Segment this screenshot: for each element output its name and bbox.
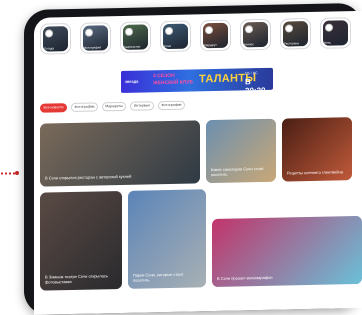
tab-photos[interactable]: Фотографии [71,102,98,113]
story-item[interactable]: Погода [40,23,71,55]
news-card-title: В Зимнем театре Сочи открылась фотовыста… [45,273,108,285]
banner-season: 4 СЕЗОН [153,72,175,80]
news-card[interactable]: Рецепты осеннего глинтвейна [282,117,352,182]
tab-photos-2[interactable]: Фотографии [158,100,185,111]
tab-all-news[interactable]: Все новости [40,103,67,113]
news-card-title: В Сочи прошел веломарафон [217,274,273,281]
story-label: Рестораны [284,42,300,46]
story-item[interactable]: Бизнес [240,18,271,51]
story-label: Фотография [84,46,102,50]
story-label: Бизнес [244,42,254,47]
banner-subtitle: ЖЕНСКИЙ КЛУБ [153,79,193,87]
tab-routes[interactable]: Маршруты [102,101,126,112]
story-item[interactable]: Кыргызстан [120,21,151,53]
banner-time: В 20:30 [245,77,266,93]
story-item[interactable]: Рестораны [280,17,311,50]
story-label: Ночь [324,41,331,45]
news-card[interactable]: Какие санатории Сочи стоит посетить [206,118,276,184]
news-card-title: Рецепты осеннего глинтвейна [287,169,343,176]
tablet-screen: Погода Фотография Кыргызстан Сочи Маршру [34,10,362,315]
story-item[interactable]: Маршрут [200,19,231,52]
story-item[interactable]: Сочи [160,20,191,53]
tab-interviews[interactable]: Интервью [130,101,154,111]
connector-dot [15,171,19,175]
story-label: Погода [44,47,54,51]
tv-channel-logo: звезда [125,78,139,84]
story-item[interactable]: Ночь [320,17,351,49]
news-card[interactable]: Парки Сочи, которые стоит посетить [128,189,206,289]
news-card[interactable]: В Сочи открылся ресторан с авторской кух… [40,120,200,187]
news-card[interactable]: В Зимнем театре Сочи открылась фотовыста… [40,190,122,291]
story-label: Сочи [164,44,172,49]
story-label: Кыргызстан [124,45,141,49]
stories-row: Погода Фотография Кыргызстан Сочи Маршру [40,17,362,56]
banner-days: СБ / ВС [245,71,258,76]
tablet-device: Погода Фотография Кыргызстан Сочи Маршру [24,2,362,315]
news-card-title: Какие санатории Сочи стоит посетить [211,165,264,178]
story-label: Маршрут [204,43,217,48]
story-item[interactable]: Фотография [80,22,111,54]
news-card-title: Парки Сочи, которые стоит посетить [133,271,184,283]
promo-banner[interactable]: звезда 4 СЕЗОН ЖЕНСКИЙ КЛУБ ТАЛАНТЫ СБ /… [121,67,273,93]
connector-dots [0,172,16,175]
news-card-title: В Сочи открылся ресторан с авторской кух… [45,173,132,181]
news-card[interactable]: В Сочи прошел веломарафон [212,215,362,288]
